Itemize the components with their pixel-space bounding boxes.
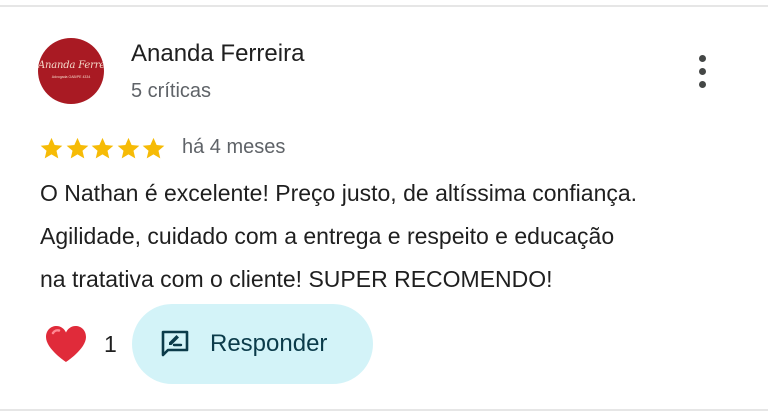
reply-label: Responder xyxy=(210,330,328,357)
divider xyxy=(0,5,768,7)
star-icon xyxy=(66,137,88,159)
star-icon xyxy=(117,137,139,159)
rate-review-icon xyxy=(161,330,189,357)
author-name[interactable]: Ananda Ferreira xyxy=(131,40,304,68)
review-text-line: Agilidade, cuidado com a entrega e respe… xyxy=(40,223,615,249)
divider xyxy=(0,409,768,411)
star-icon xyxy=(40,137,63,159)
like-count: 1 xyxy=(104,331,117,357)
star-icon xyxy=(91,137,114,159)
review-card: Ananda Ferreira Advogada OAB/PE 4334 Ana… xyxy=(0,0,768,413)
star-icon xyxy=(142,137,165,159)
review-text-line: O Nathan é excelente! Preço justo, de al… xyxy=(40,180,638,206)
review-text-line: na tratativa com o cliente! SUPER RECOME… xyxy=(40,266,553,292)
star-rating xyxy=(39,136,167,162)
dot xyxy=(699,55,706,62)
avatar-logo-subtext: Advogada OAB/PE 4334 xyxy=(51,75,91,79)
author-review-count: 5 críticas xyxy=(131,80,212,102)
dot xyxy=(699,81,706,88)
reply-button[interactable]: Responder xyxy=(132,304,373,384)
more-options-icon[interactable] xyxy=(694,55,712,89)
avatar-logo-text: Ananda Ferreira xyxy=(38,60,104,71)
heart-icon[interactable] xyxy=(44,324,88,364)
avatar[interactable]: Ananda Ferreira Advogada OAB/PE 4334 xyxy=(38,38,104,104)
review-text: O Nathan é excelente! Preço justo, de al… xyxy=(40,172,740,301)
dot xyxy=(699,68,706,75)
review-time: há 4 meses xyxy=(182,136,286,158)
